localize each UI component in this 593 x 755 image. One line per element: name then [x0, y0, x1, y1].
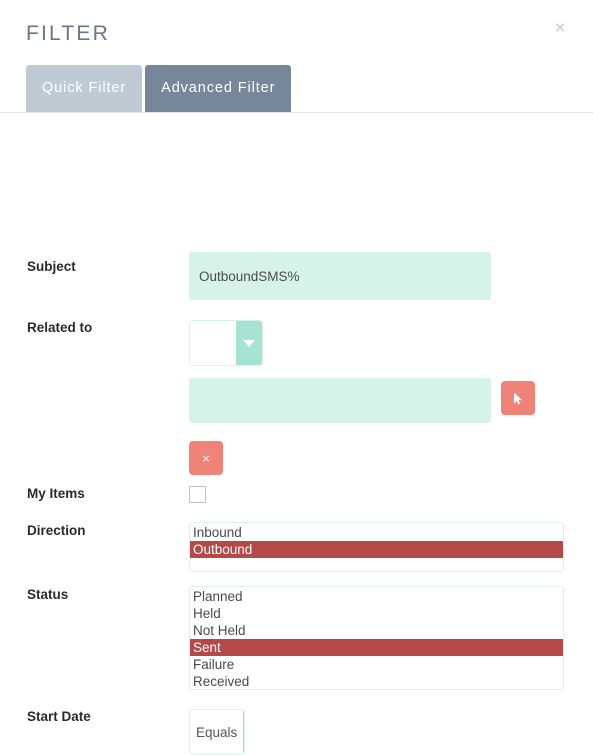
close-icon[interactable]: ×	[549, 18, 571, 40]
page-title: FILTER	[26, 22, 110, 45]
close-x-icon: ×	[202, 450, 210, 466]
related-to-text-input[interactable]	[189, 378, 491, 423]
list-item[interactable]: Not Held	[190, 622, 563, 639]
related-to-select-record-button[interactable]	[501, 381, 535, 415]
tab-advanced-filter[interactable]: Advanced Filter	[145, 65, 292, 112]
related-to-clear-button[interactable]: ×	[189, 441, 223, 475]
status-listbox[interactable]: Planned Held Not Held Sent Failure Recei…	[189, 586, 564, 690]
subject-input[interactable]	[189, 252, 491, 300]
status-label: Status	[27, 587, 69, 602]
list-item[interactable]: Received	[190, 673, 563, 689]
my-items-label: My Items	[27, 486, 85, 501]
related-to-label: Related to	[27, 320, 93, 335]
cursor-pointer-icon	[513, 392, 524, 405]
direction-listbox[interactable]: Inbound Outbound	[189, 522, 564, 572]
related-to-module-select[interactable]	[189, 320, 263, 366]
chevron-down-icon	[243, 710, 244, 754]
start-date-operator-select[interactable]: Equals	[189, 709, 245, 755]
list-item[interactable]: Sent	[190, 639, 563, 656]
start-date-label: Start Date	[27, 709, 91, 724]
tab-bar: Quick Filter Advanced Filter	[26, 65, 292, 112]
tab-quick-filter[interactable]: Quick Filter	[26, 65, 143, 112]
modal-header: FILTER × Quick Filter Advanced Filter	[0, 0, 593, 113]
start-date-operator-value: Equals	[190, 710, 244, 754]
list-item[interactable]: Failure	[190, 656, 563, 673]
related-to-module-value	[190, 321, 236, 365]
list-item[interactable]: Held	[190, 605, 563, 622]
list-item[interactable]: Planned	[190, 588, 563, 605]
list-item[interactable]: Outbound	[190, 541, 563, 558]
chevron-down-icon	[236, 321, 262, 365]
direction-label: Direction	[27, 523, 86, 538]
list-item[interactable]: Inbound	[190, 524, 563, 541]
subject-label: Subject	[27, 259, 76, 274]
my-items-checkbox[interactable]	[189, 486, 206, 503]
